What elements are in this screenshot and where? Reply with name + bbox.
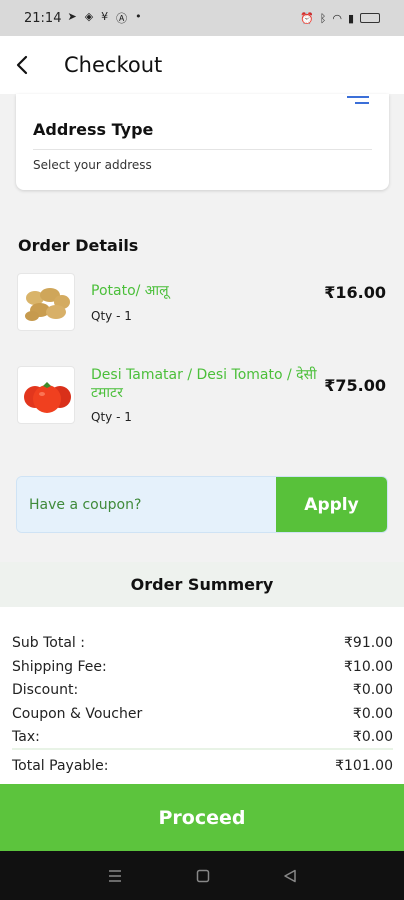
summary-label: Coupon & Voucher <box>12 706 143 722</box>
bluetooth-icon: ᛒ <box>319 11 327 25</box>
item-name[interactable]: Potato/ आलू <box>91 282 321 300</box>
currency-icon: ¥ <box>101 10 109 23</box>
summary-label: Total Payable: <box>12 758 109 774</box>
page-title: Checkout <box>64 53 163 77</box>
summary-row-coupon: Coupon & Voucher ₹0.00 <box>12 706 393 722</box>
dot-icon: • <box>135 10 142 23</box>
divider <box>33 149 372 150</box>
app-icon: Ⓐ <box>116 12 128 25</box>
apply-coupon-button[interactable]: Apply <box>276 477 387 532</box>
back-button[interactable] <box>0 36 44 94</box>
summary-row-tax: Tax: ₹0.00 <box>12 729 393 745</box>
summary-row-total: Total Payable: ₹101.00 <box>12 758 393 774</box>
potato-image <box>17 273 75 331</box>
summary-row-subtotal: Sub Total : ₹91.00 <box>12 635 393 651</box>
divider <box>12 748 393 750</box>
summary-label: Tax: <box>12 729 40 745</box>
coupon-box: Apply <box>16 476 388 533</box>
alarm-icon: ⏰ <box>300 11 314 25</box>
system-nav-bar <box>0 851 404 900</box>
summary-row-discount: Discount: ₹0.00 <box>12 682 393 698</box>
summary-row-shipping: Shipping Fee: ₹10.00 <box>12 659 393 675</box>
menu-icon[interactable] <box>107 869 123 883</box>
summary-label: Shipping Fee: <box>12 659 107 675</box>
menu-lines-icon <box>347 92 369 104</box>
status-bar: 21:14 ➤ ◈ ¥ Ⓐ • ⏰ ᛒ ◠ ▮ <box>0 0 404 36</box>
status-time: 21:14 <box>24 10 62 26</box>
item-qty: Qty - 1 <box>91 309 132 323</box>
home-icon[interactable] <box>196 869 210 883</box>
summary-value: ₹0.00 <box>352 729 393 745</box>
tomato-image <box>17 366 75 424</box>
item-qty: Qty - 1 <box>91 410 132 424</box>
app-header: Checkout <box>0 36 404 94</box>
back-nav-icon[interactable] <box>283 869 297 883</box>
item-price: ₹75.00 <box>324 376 386 395</box>
item-price: ₹16.00 <box>324 283 386 302</box>
wifi-icon: ◠ <box>332 11 342 25</box>
summary-value: ₹91.00 <box>344 635 393 651</box>
summary-label: Sub Total : <box>12 635 85 651</box>
summary-value: ₹0.00 <box>352 706 393 722</box>
address-card[interactable]: Address Type Select your address <box>16 94 389 190</box>
chevron-left-icon <box>16 55 28 75</box>
proceed-button[interactable]: Proceed <box>0 784 404 851</box>
summary-value: ₹0.00 <box>352 682 393 698</box>
address-select-text[interactable]: Select your address <box>33 158 152 172</box>
coupon-input[interactable] <box>17 477 276 532</box>
summary-label: Discount: <box>12 682 79 698</box>
order-summary-heading: Order Summery <box>0 562 404 607</box>
signal-icon: ▮ <box>347 11 354 25</box>
item-name[interactable]: Desi Tamatar / Desi Tomato / देसी टमाटर <box>91 366 321 402</box>
address-type-title: Address Type <box>33 120 154 139</box>
telegram-icon: ➤ <box>67 10 77 23</box>
order-details-heading: Order Details <box>18 236 139 255</box>
summary-value: ₹10.00 <box>344 659 393 675</box>
battery-icon <box>360 13 380 23</box>
order-summary: Sub Total : ₹91.00 Shipping Fee: ₹10.00 … <box>0 607 404 785</box>
shield-icon: ◈ <box>84 10 94 23</box>
summary-value: ₹101.00 <box>335 758 393 774</box>
